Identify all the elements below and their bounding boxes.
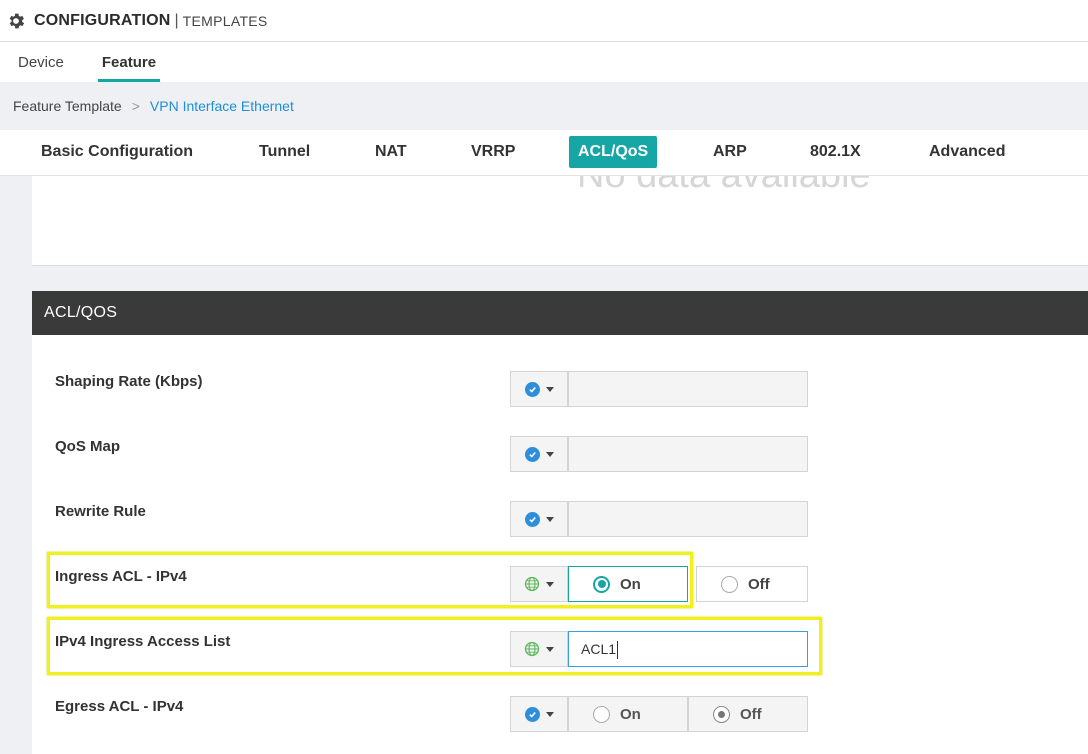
- tab-vrrp[interactable]: VRRP: [462, 136, 524, 168]
- acl-qos-section-header[interactable]: ACL/QOS: [32, 291, 1088, 335]
- previous-section-panel: No data available: [32, 176, 1088, 266]
- ingress-acl-toggle: On Off: [568, 566, 808, 602]
- egress-acl-off-radio[interactable]: Off: [688, 696, 808, 732]
- off-label: Off: [748, 575, 770, 593]
- check-circle-icon: [524, 446, 540, 462]
- tab-802-1x[interactable]: 802.1X: [801, 136, 870, 168]
- text-cursor: [617, 641, 619, 660]
- section-tabs: Basic Configuration Tunnel NAT VRRP ACL/…: [0, 130, 1088, 176]
- scope-dropdown[interactable]: [510, 436, 568, 472]
- tab-feature[interactable]: Feature: [97, 42, 161, 82]
- title-separator: |: [174, 11, 179, 29]
- check-circle-icon: [524, 511, 540, 527]
- template-type-tabs: Device Feature: [0, 42, 1088, 82]
- chevron-down-icon: [545, 452, 554, 457]
- content-area: No data available ACL/QOS Shaping Rate (…: [0, 176, 1088, 754]
- off-label: Off: [740, 705, 762, 723]
- ipv4-ingress-access-list-label: IPv4 Ingress Access List: [55, 633, 231, 650]
- egress-acl-ipv4-row: Egress ACL - IPv4 On Off: [32, 682, 1088, 747]
- chevron-down-icon: [545, 712, 554, 717]
- qos-map-input[interactable]: [568, 436, 808, 472]
- rewrite-rule-input[interactable]: [568, 501, 808, 537]
- ipv4-ingress-access-list-row: IPv4 Ingress Access List ACL1: [32, 617, 1088, 682]
- tab-device[interactable]: Device: [18, 42, 64, 82]
- egress-acl-on-radio[interactable]: On: [568, 696, 688, 732]
- no-data-message: No data available: [577, 176, 871, 197]
- check-circle-icon: [524, 706, 540, 722]
- scope-dropdown[interactable]: [510, 501, 568, 537]
- egress-acl-toggle: On Off: [568, 696, 808, 732]
- tab-nat[interactable]: NAT: [366, 136, 416, 168]
- chevron-down-icon: [545, 387, 554, 392]
- scope-dropdown[interactable]: [510, 566, 568, 602]
- on-label: On: [620, 705, 641, 723]
- breadcrumb: Feature Template > VPN Interface Etherne…: [0, 82, 1088, 130]
- ipv4-ingress-access-list-input[interactable]: ACL1: [568, 631, 808, 667]
- tab-advanced[interactable]: Advanced: [920, 136, 1014, 168]
- breadcrumb-separator: >: [131, 98, 140, 114]
- ingress-acl-ipv4-label: Ingress ACL - IPv4: [55, 568, 187, 585]
- on-label: On: [620, 575, 641, 593]
- radio-unselected-icon: [593, 705, 610, 723]
- scope-dropdown[interactable]: [510, 371, 568, 407]
- shaping-rate-row: Shaping Rate (Kbps): [32, 357, 1088, 422]
- gear-icon: [9, 13, 25, 28]
- access-list-value: ACL1: [581, 641, 617, 657]
- tab-acl-qos[interactable]: ACL/QoS: [569, 136, 658, 168]
- page-subtitle: TEMPLATES: [182, 12, 268, 29]
- page-title: CONFIGURATION: [34, 11, 171, 29]
- app-header: CONFIGURATION | TEMPLATES: [0, 0, 1088, 42]
- scope-dropdown[interactable]: [510, 696, 568, 732]
- chevron-down-icon: [546, 582, 554, 587]
- qos-map-row: QoS Map: [32, 422, 1088, 487]
- shaping-rate-input[interactable]: [568, 371, 808, 407]
- rewrite-rule-label: Rewrite Rule: [55, 503, 146, 520]
- globe-icon: [524, 641, 540, 657]
- globe-icon: [524, 576, 540, 592]
- chevron-down-icon: [545, 517, 554, 522]
- chevron-down-icon: [546, 647, 554, 652]
- tab-arp[interactable]: ARP: [704, 136, 756, 168]
- rewrite-rule-row: Rewrite Rule: [32, 487, 1088, 552]
- tab-basic-configuration[interactable]: Basic Configuration: [32, 136, 202, 168]
- qos-map-label: QoS Map: [55, 438, 121, 455]
- check-circle-icon: [524, 381, 540, 397]
- shaping-rate-label: Shaping Rate (Kbps): [55, 373, 203, 390]
- breadcrumb-feature-template[interactable]: Feature Template: [13, 98, 122, 114]
- tab-tunnel[interactable]: Tunnel: [250, 136, 319, 168]
- radio-unselected-icon: [721, 575, 738, 593]
- ingress-acl-off-radio[interactable]: Off: [696, 566, 808, 602]
- radio-selected-icon: [593, 575, 610, 593]
- breadcrumb-current: VPN Interface Ethernet: [149, 98, 294, 114]
- ingress-acl-on-radio[interactable]: On: [568, 566, 688, 602]
- acl-qos-panel: Shaping Rate (Kbps) QoS Map Rewrite Rule…: [32, 335, 1088, 754]
- egress-acl-ipv4-label: Egress ACL - IPv4: [55, 698, 184, 715]
- ingress-acl-ipv4-row: Ingress ACL - IPv4 On Off: [32, 552, 1088, 617]
- scope-dropdown[interactable]: [510, 631, 568, 667]
- radio-selected-icon: [713, 705, 730, 723]
